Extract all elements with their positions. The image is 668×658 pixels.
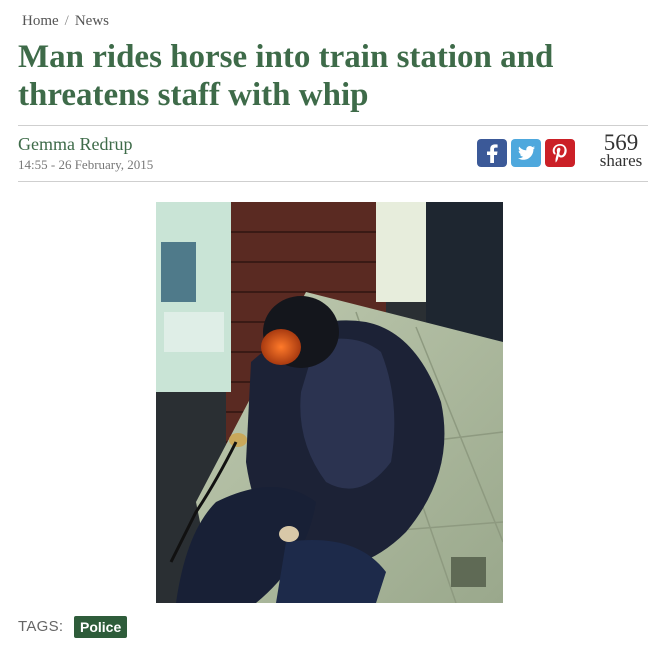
divider-top — [18, 125, 648, 126]
pinterest-share-button[interactable] — [545, 139, 575, 167]
breadcrumb-news-link[interactable]: News — [75, 13, 109, 29]
twitter-icon — [518, 146, 535, 160]
breadcrumb: Home / News — [22, 13, 109, 30]
breadcrumb-separator: / — [64, 13, 69, 29]
twitter-share-button[interactable] — [511, 139, 541, 167]
share-counter: 569 shares — [594, 131, 648, 169]
pinterest-icon — [552, 144, 567, 163]
article-photo — [156, 202, 503, 603]
article-title: Man rides horse into train station and t… — [18, 39, 554, 113]
cctv-photo-image — [156, 202, 503, 603]
tag-police[interactable]: Police — [74, 616, 128, 638]
author-link[interactable]: Gemma Redrup — [18, 134, 132, 155]
facebook-share-button[interactable] — [477, 139, 507, 167]
share-count-label: shares — [599, 151, 643, 170]
tags-label: TAGS: — [18, 618, 64, 635]
divider-bottom — [18, 181, 648, 182]
publish-date: 14:55 - 26 February, 2015 — [18, 157, 154, 172]
facebook-icon — [487, 144, 498, 163]
breadcrumb-home-link[interactable]: Home — [22, 13, 59, 29]
